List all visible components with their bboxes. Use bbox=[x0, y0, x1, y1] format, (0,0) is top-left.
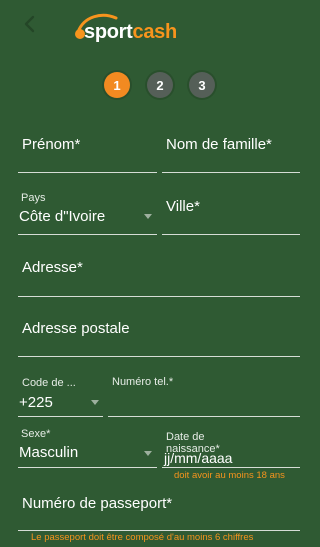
address-field[interactable] bbox=[18, 250, 300, 298]
sportcash-logo: sportcash bbox=[72, 10, 217, 48]
last-name-underline bbox=[162, 172, 300, 173]
step-3-indicator[interactable]: 3 bbox=[189, 72, 215, 98]
birth-date-hint: doit avoir au moins 18 ans bbox=[174, 470, 285, 481]
country-code-underline bbox=[18, 416, 103, 417]
city-underline bbox=[162, 234, 300, 235]
logo-part2: cash bbox=[132, 21, 178, 43]
postal-address-underline bbox=[18, 356, 300, 357]
country-underline bbox=[18, 234, 157, 235]
logo-part1: sport bbox=[84, 21, 133, 43]
first-name-field[interactable] bbox=[18, 128, 157, 174]
passport-field[interactable] bbox=[18, 486, 300, 532]
step-2-indicator[interactable]: 2 bbox=[147, 72, 173, 98]
gender-underline bbox=[18, 467, 157, 468]
first-name-underline bbox=[18, 172, 157, 173]
logo-text: sportcash bbox=[84, 22, 177, 42]
birth-date-field[interactable] bbox=[162, 426, 300, 468]
gender-select[interactable] bbox=[18, 426, 157, 470]
passport-hint: Le passeport doit être composé d'au moin… bbox=[31, 532, 254, 543]
phone-field[interactable] bbox=[108, 374, 300, 418]
country-code-select[interactable] bbox=[18, 374, 103, 418]
last-name-field[interactable] bbox=[162, 128, 300, 174]
postal-address-field[interactable] bbox=[18, 312, 300, 358]
address-underline bbox=[18, 296, 300, 297]
phone-underline bbox=[108, 416, 300, 417]
back-arrow-icon[interactable] bbox=[20, 14, 40, 34]
passport-underline bbox=[18, 530, 300, 531]
country-select[interactable] bbox=[18, 190, 157, 236]
step-1-indicator[interactable]: 1 bbox=[104, 72, 130, 98]
birth-date-underline bbox=[162, 467, 300, 468]
city-field[interactable] bbox=[162, 190, 300, 236]
